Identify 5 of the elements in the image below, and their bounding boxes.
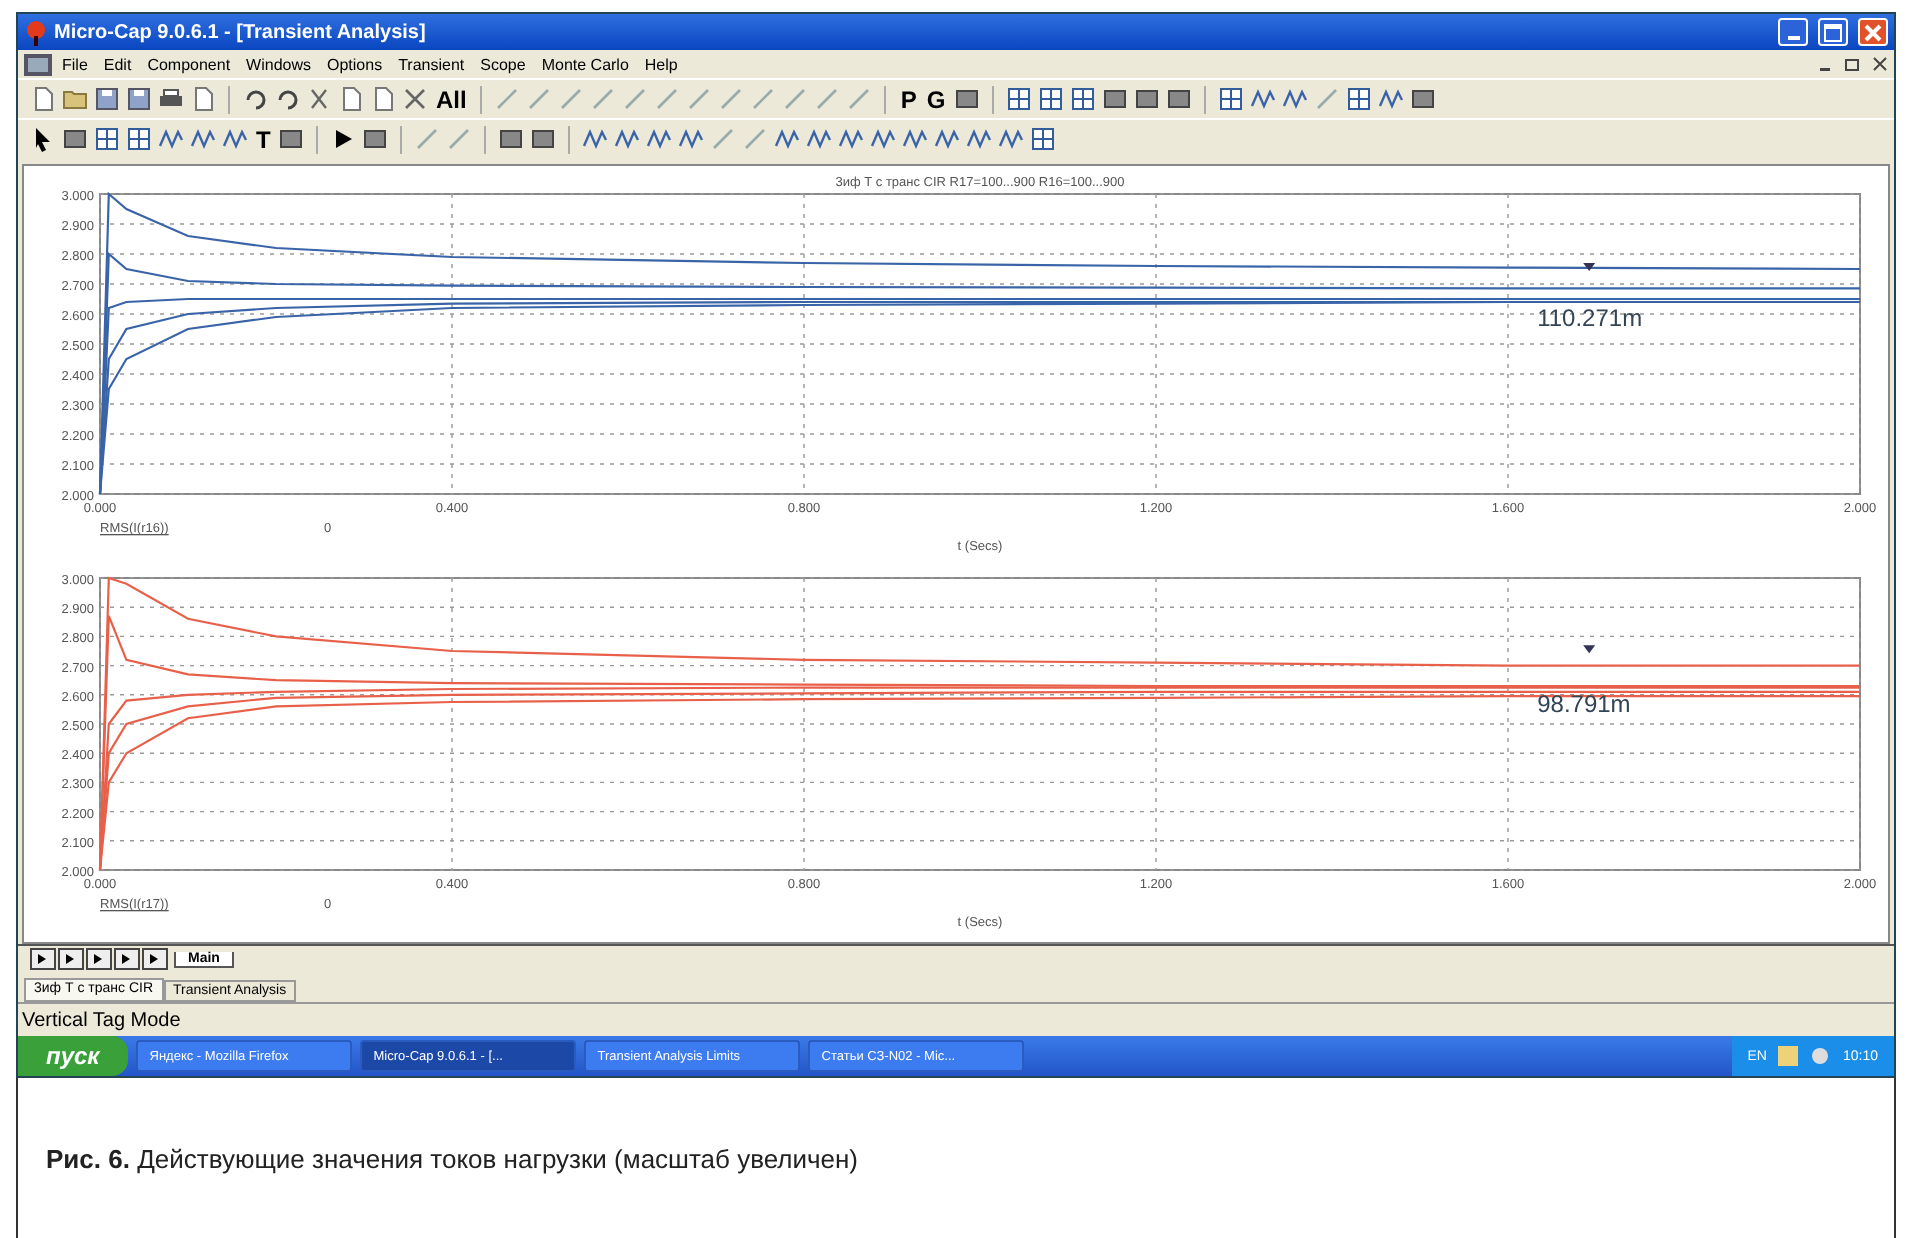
cursor-readout: 98.791m <box>1537 690 1631 719</box>
window-title: Micro-Cap 9.0.6.1 - [Transient Analysis] <box>54 21 426 43</box>
status-text: Vertical Tag Mode <box>22 1009 181 1031</box>
figure-caption: Рис. 6. Действующие значения токов нагрузки (масштаб увеличен) <box>46 1143 858 1173</box>
cursor-readout: 110.271m <box>1537 304 1643 332</box>
